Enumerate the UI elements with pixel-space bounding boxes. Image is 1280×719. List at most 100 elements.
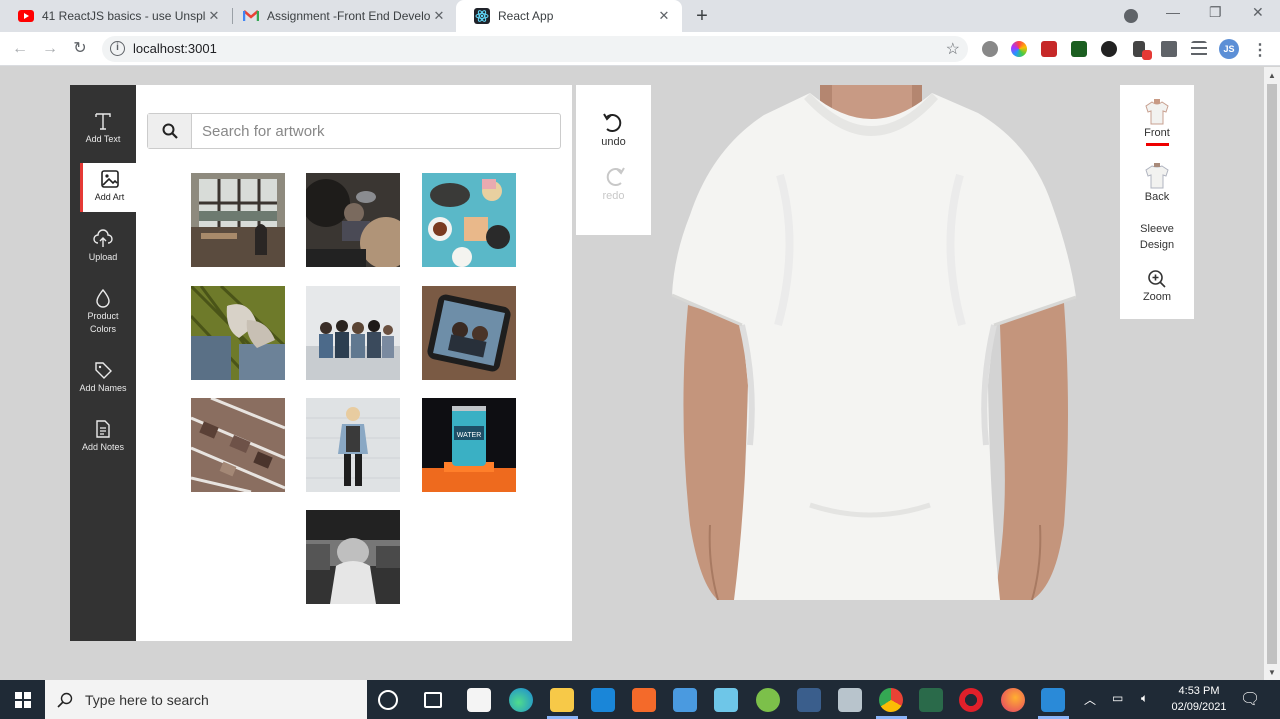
sidebar-item-label: Add Names (79, 383, 127, 393)
chrome-menu-icon[interactable]: ⋮ (1252, 40, 1268, 60)
extension-color-icon[interactable] (1011, 41, 1027, 57)
undo-button[interactable]: undo (576, 113, 651, 148)
notes-app-icon[interactable] (714, 688, 738, 712)
file-explorer-icon[interactable] (550, 688, 574, 712)
scroll-down-icon[interactable]: ▼ (1268, 668, 1276, 677)
tab-title: 41 ReactJS basics - use Unsplash (42, 9, 206, 23)
forward-arrow-icon[interactable]: → (39, 38, 61, 60)
sidebar-item-upload[interactable]: Upload (70, 229, 136, 264)
mail-icon[interactable] (591, 688, 615, 712)
cortana-icon[interactable] (378, 690, 398, 710)
chrome-icon[interactable] (879, 688, 903, 712)
app-icon[interactable] (673, 688, 697, 712)
new-tab-button[interactable]: + (690, 4, 714, 28)
restore-icon[interactable]: ❐ (1209, 4, 1222, 21)
sidebar-item-add-art[interactable]: Add Art (80, 163, 136, 212)
view-front-label: Front (1144, 127, 1170, 139)
sidebar-item-label: Add Notes (81, 442, 125, 452)
address-bar[interactable]: i localhost:3001 ☆ (102, 36, 968, 62)
redo-button[interactable]: redo (576, 167, 651, 202)
site-info-icon[interactable]: i (110, 41, 125, 56)
svg-text:WATER: WATER (457, 432, 482, 439)
profile-avatar[interactable]: JS (1219, 39, 1239, 59)
view-front-button[interactable]: Front (1120, 99, 1194, 146)
reading-list-icon[interactable] (1191, 41, 1207, 57)
task-view-icon[interactable] (424, 692, 442, 708)
artwork-thumbnail-aerial-city[interactable] (191, 398, 285, 492)
extension-cloud-icon[interactable] (982, 41, 998, 57)
clock-time: 4:53 PM (1178, 685, 1220, 697)
reload-icon[interactable]: ↻ (69, 38, 91, 60)
react-icon (474, 8, 490, 24)
artwork-thumbnail-woman-denim-jacket[interactable] (306, 398, 400, 492)
close-tab-icon[interactable]: ✕ (431, 8, 447, 24)
extension-download-icon[interactable] (1071, 41, 1087, 57)
postgresql-icon[interactable] (797, 688, 821, 712)
app-icon[interactable] (919, 688, 943, 712)
notifications-icon[interactable]: 🗨︎ (1240, 689, 1260, 709)
scrollbar-thumb[interactable] (1267, 84, 1277, 664)
close-tab-icon[interactable]: ✕ (206, 8, 222, 24)
sidebar-item-add-text[interactable]: Add Text (70, 111, 136, 146)
close-tab-icon[interactable]: ✕ (656, 8, 672, 24)
edge-browser-icon[interactable] (509, 688, 533, 712)
selected-view-indicator (1145, 143, 1169, 146)
clock-date: 02/09/2021 (1171, 701, 1227, 713)
bookmark-star-icon[interactable]: ☆ (946, 39, 960, 59)
back-arrow-icon[interactable]: ← (9, 38, 31, 60)
zoom-in-icon (1148, 270, 1166, 288)
browser-tab-react-app[interactable]: React App ✕ (456, 0, 682, 32)
zoom-button[interactable]: Zoom (1120, 269, 1194, 305)
artwork-search-input[interactable] (202, 121, 542, 141)
tshirt-front-icon (1145, 99, 1169, 125)
artwork-thumbnail-cafe-window[interactable] (191, 173, 285, 267)
android-studio-icon[interactable] (756, 688, 780, 712)
volume-icon[interactable]: 🔈︎ (1141, 691, 1148, 706)
search-button[interactable] (148, 114, 192, 148)
vscode-icon[interactable] (1041, 688, 1065, 712)
scroll-up-icon[interactable]: ▲ (1268, 71, 1276, 80)
redo-label: redo (602, 190, 625, 202)
firefox-icon[interactable] (1001, 688, 1025, 712)
tab-title: React App (498, 9, 554, 23)
view-back-button[interactable]: Back (1120, 163, 1194, 205)
app-icon[interactable] (838, 688, 862, 712)
xampp-icon[interactable] (632, 688, 656, 712)
droplet-icon (96, 288, 110, 308)
artwork-thumbnail-blurred-people[interactable] (306, 173, 400, 267)
browser-tab-youtube[interactable]: 41 ReactJS basics - use Unsplash ✕ (0, 0, 232, 32)
opera-icon[interactable] (959, 688, 983, 712)
browser-tab-gmail[interactable]: Assignment -Front End Develope ✕ (225, 0, 457, 32)
redo-icon (606, 167, 625, 186)
taskbar-search-box[interactable]: Type here to search (45, 680, 367, 719)
artwork-thumbnail-snacks-flatlay[interactable] (422, 173, 516, 267)
extension-badge-icon (1142, 50, 1152, 60)
microsoft-store-icon[interactable] (467, 688, 491, 712)
artwork-thumbnail-bw-portrait[interactable] (306, 510, 400, 604)
close-window-icon[interactable]: ✕ (1252, 4, 1264, 21)
tshirt-design-canvas[interactable] (660, 85, 1090, 601)
battery-icon[interactable]: ▭ (1112, 691, 1123, 705)
extension-red-icon[interactable] (1041, 41, 1057, 57)
windows-logo-icon (14, 691, 31, 708)
page-scrollbar[interactable]: ▲ ▼ (1264, 67, 1280, 680)
artwork-thumbnail-beer-can[interactable]: WATER (422, 398, 516, 492)
extensions-puzzle-icon[interactable] (1161, 41, 1177, 57)
show-hidden-icons-icon[interactable]: ︿ (1084, 691, 1096, 708)
start-button[interactable] (0, 680, 45, 719)
undo-label: undo (601, 136, 626, 148)
tshirt-image (671, 85, 1077, 601)
taskbar-clock[interactable]: 4:53 PM 02/09/2021 (1166, 683, 1232, 715)
minimize-icon[interactable]: — (1166, 4, 1180, 20)
artwork-thumbnail-phone-photos[interactable] (422, 286, 516, 380)
taskbar-search-placeholder: Type here to search (85, 691, 209, 708)
sidebar-item-product-colors[interactable]: Product Colors (70, 288, 136, 336)
artwork-thumbnail-sneakers-grass[interactable] (191, 286, 285, 380)
artwork-thumbnail-group-of-friends[interactable] (306, 286, 400, 380)
sidebar-item-add-notes[interactable]: Add Notes (70, 419, 136, 454)
art-panel: WATER (136, 85, 572, 641)
view-sleeve-design-button[interactable]: Sleeve Design (1120, 221, 1194, 253)
extension-bug-icon[interactable] (1101, 41, 1117, 57)
tab-search-icon[interactable] (1124, 9, 1138, 23)
sidebar-item-add-names[interactable]: Add Names (70, 360, 136, 395)
